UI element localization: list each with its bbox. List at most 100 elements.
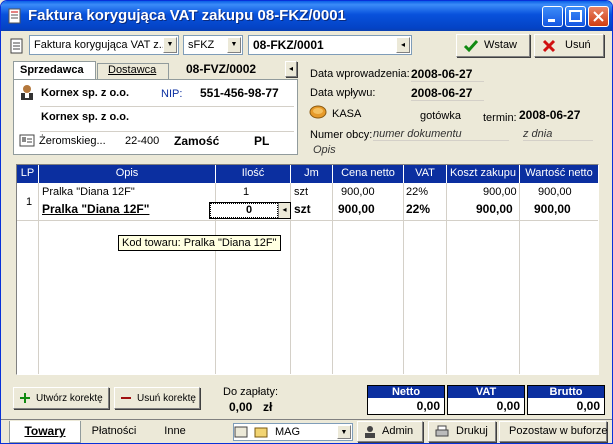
column-header-quantity[interactable]: Ilość (216, 165, 291, 183)
admin-button[interactable]: Admin (357, 421, 423, 442)
column-header-lp[interactable]: LP (17, 165, 39, 183)
external-number-input[interactable]: numer dokumentu (373, 128, 509, 141)
create-correction-button[interactable]: Utwórz korektę (13, 387, 109, 409)
zip-code: 22-400 (125, 135, 160, 147)
tab-payments-label: Płatności (91, 425, 137, 437)
column-header-net-price[interactable]: Cena netto (333, 165, 404, 183)
maximize-icon (569, 10, 582, 22)
column-header-purchase-cost[interactable]: Koszt zakupu (447, 165, 520, 183)
insert-button[interactable]: Wstaw (456, 34, 530, 57)
column-header-net-value[interactable]: Wartość netto (520, 165, 598, 183)
series-value: sFKZ (188, 39, 215, 51)
to-pay-label: Do zapłaty: (223, 386, 279, 398)
warehouse-value: MAG (275, 426, 301, 438)
row-vat-before: 22% (406, 186, 429, 198)
tab-seller[interactable]: Sprzedawca (13, 61, 96, 80)
row-cost-before: 900,00 (483, 186, 517, 198)
tab-payments[interactable]: Płatności (83, 421, 145, 443)
row-description-before: Pralka "Diana 12F" (42, 186, 135, 198)
close-icon (593, 11, 604, 22)
entry-date-value[interactable]: 2008-06-27 (411, 67, 485, 82)
table-row[interactable]: 1 Pralka "Diana 12F" 1 szt 900,00 22% 90… (17, 185, 598, 221)
delete-x-icon (542, 39, 556, 53)
checkmark-icon (463, 40, 479, 53)
notes-input[interactable]: Opis (313, 144, 336, 156)
column-header-vat[interactable]: VAT (404, 165, 447, 183)
document-icon (8, 8, 21, 24)
row-vat-after: 22% (406, 202, 431, 216)
vat-total: VAT 0,00 (447, 385, 525, 415)
cash-label[interactable]: KASA (332, 108, 361, 120)
currency: zł (263, 400, 273, 414)
chevron-left-icon[interactable]: ◂ (285, 61, 297, 77)
minimize-button[interactable] (542, 6, 563, 27)
series-select[interactable]: sFKZ ▼ (183, 35, 243, 55)
row-unit-after: szt (294, 202, 311, 216)
printer-icon (435, 425, 449, 437)
term-date[interactable]: 2008-06-27 (519, 108, 580, 122)
cash-register-icon (309, 105, 327, 119)
term-label: termin: (483, 112, 517, 124)
tab-goods[interactable]: Towary (9, 421, 81, 443)
delete-button[interactable]: Usuń (534, 34, 604, 57)
title-bar[interactable]: Faktura korygująca VAT zakupu 08-FKZ/000… (1, 1, 612, 31)
warehouse-select[interactable]: MAG ▼ (233, 423, 353, 441)
tab-other[interactable]: Inne (147, 421, 203, 443)
window: Faktura korygująca VAT zakupu 08-FKZ/000… (0, 0, 613, 444)
tab-other-label: Inne (164, 425, 186, 437)
column-header-description[interactable]: Opis (39, 165, 216, 183)
address-card-icon (19, 134, 35, 147)
chevron-down-icon[interactable]: ▼ (227, 37, 241, 53)
document-type-select[interactable]: Faktura korygująca VAT z... ▼ (29, 35, 179, 55)
party-name: Kornex sp. z o.o. (41, 87, 130, 99)
external-date-input[interactable]: z dnia (523, 128, 593, 141)
plus-icon (20, 393, 30, 403)
column-header-unit[interactable]: Jm (291, 165, 333, 183)
maximize-button[interactable] (565, 6, 586, 27)
user-icon (365, 426, 375, 438)
gross-total: Brutto 0,00 (527, 385, 605, 415)
remove-correction-button[interactable]: Usuń korektę (114, 387, 200, 409)
remove-correction-label: Usuń korektę (137, 393, 196, 404)
document-number-field[interactable]: 08-FKZ/0001 ◂ (248, 35, 412, 55)
reference-invoice-number: 08-FVZ/0002 (186, 62, 257, 76)
admin-label: Admin (382, 425, 414, 437)
row-cost-after: 900,00 (476, 202, 513, 216)
row-price-before: 900,00 (341, 186, 375, 198)
create-correction-label: Utwórz korektę (36, 393, 103, 404)
insert-label: Wstaw (484, 39, 517, 51)
receipt-date-label: Data wpływu: (310, 87, 376, 99)
chevron-down-icon[interactable]: ▼ (163, 37, 177, 53)
chevron-down-icon[interactable]: ▼ (337, 425, 351, 439)
party-panel: Kornex sp. z o.o. NIP: 551-456-98-77 Kor… (13, 79, 298, 155)
print-button[interactable]: Drukuj (428, 421, 496, 442)
gross-value: 0,00 (576, 399, 600, 413)
chevron-left-icon[interactable]: ◂ (278, 203, 290, 218)
country: PL (254, 134, 270, 148)
quantity-edit-field[interactable]: 0 ◂ (209, 202, 291, 219)
close-window-button[interactable] (588, 6, 609, 27)
entry-date-label: Data wprowadzenia: (310, 68, 410, 80)
chevron-left-icon[interactable]: ◂ (396, 37, 410, 53)
tab-seller-label: Sprzedawca (20, 64, 84, 76)
net-value: 0,00 (416, 399, 440, 413)
document-type-value: Faktura korygująca VAT z... (34, 39, 168, 51)
nip-value: 551-456-98-77 (200, 86, 279, 100)
row-description-after: Pralka "Diana 12F" (42, 202, 150, 216)
receipt-date-value[interactable]: 2008-06-27 (411, 86, 485, 101)
document-number-value: 08-FKZ/0001 (253, 38, 324, 52)
document-type-icon (10, 38, 23, 54)
row-unit-before: szt (294, 186, 309, 198)
row-value-after: 900,00 (534, 202, 571, 216)
external-number-label: Numer obcy: (310, 129, 373, 141)
party-name-secondary: Kornex sp. z o.o. (41, 111, 130, 123)
row-quantity-before: 1 (243, 186, 250, 198)
vat-label: VAT (448, 386, 524, 398)
print-label: Drukuj (456, 425, 488, 437)
net-label: Netto (368, 386, 444, 398)
save-to-buffer-button[interactable]: Pozostaw w buforze (499, 421, 607, 442)
gross-label: Brutto (528, 386, 604, 398)
delete-label: Usuń (565, 39, 591, 51)
tab-supplier[interactable]: Dostawca (97, 63, 169, 79)
payment-method[interactable]: gotówka (420, 110, 461, 122)
